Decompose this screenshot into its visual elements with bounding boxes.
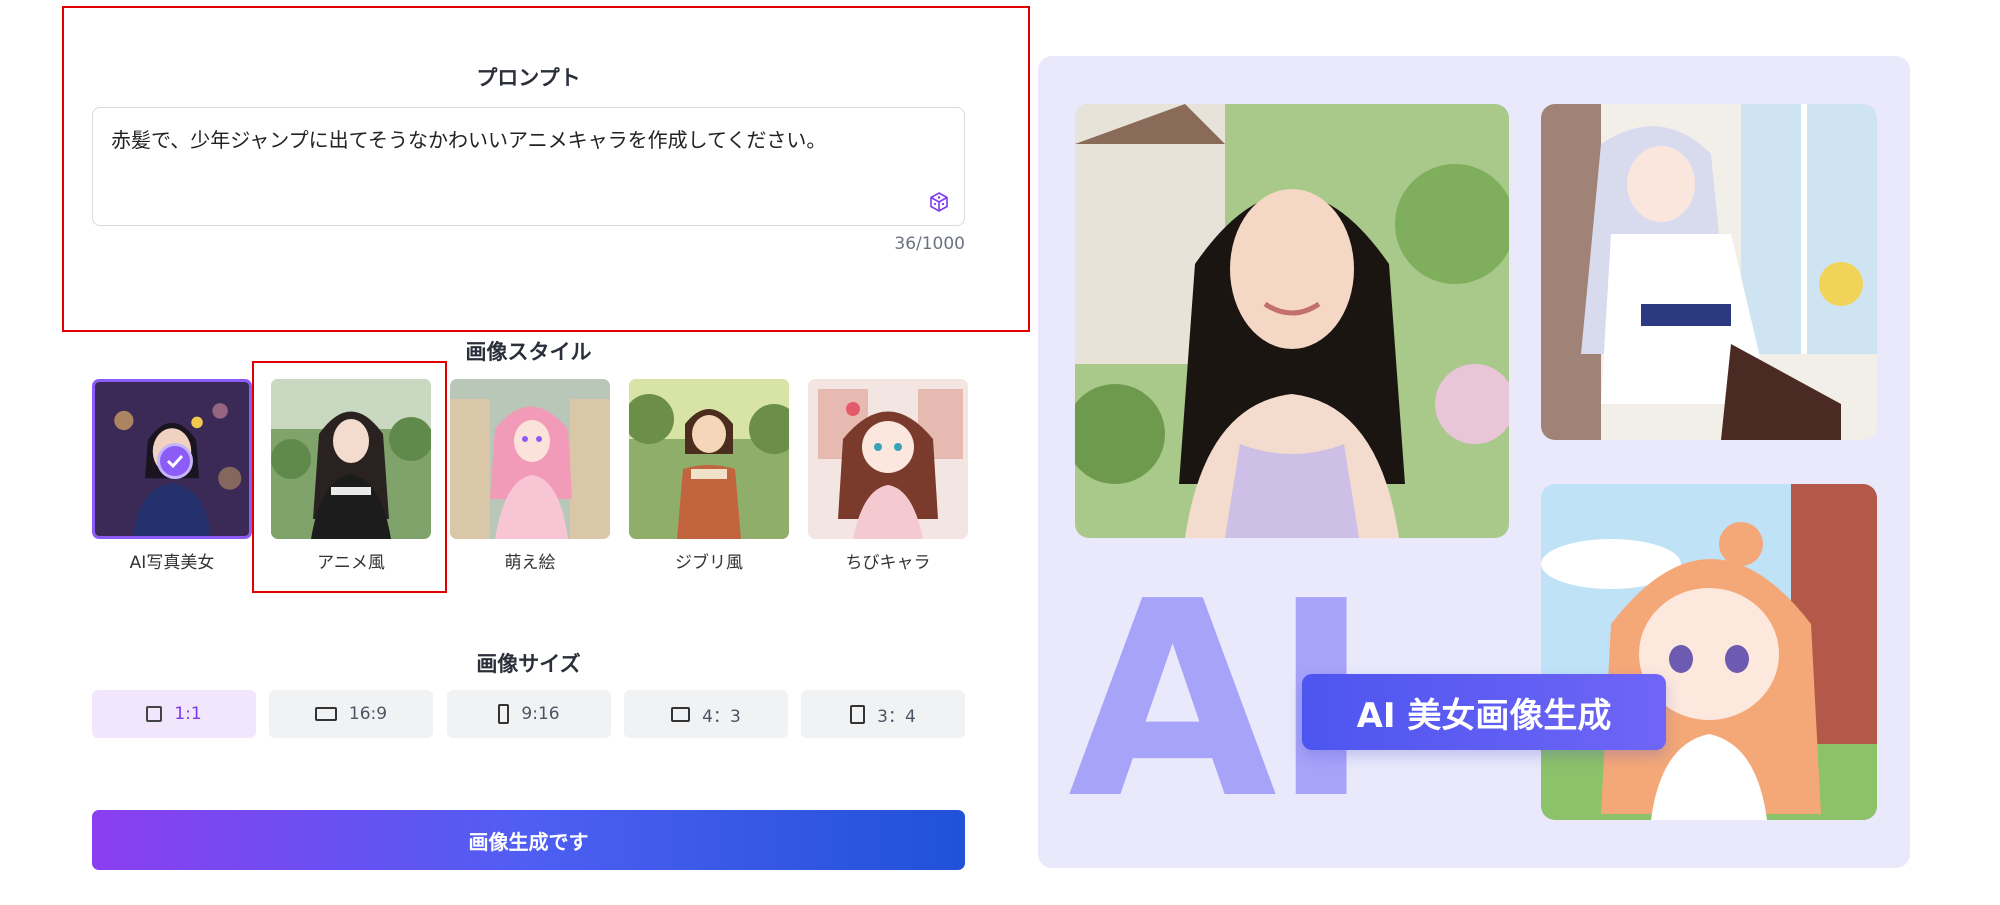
prompt-text: 赤髪で、少年ジャンプに出てそうなかわいいアニメキャラを作成してください。: [111, 128, 827, 152]
size-label: 1:1: [174, 704, 202, 724]
style-thumb-ai-photo: [92, 379, 252, 539]
landscape-ratio-icon: [671, 706, 691, 722]
selected-check-icon: [157, 443, 193, 479]
landscape-ratio-icon: [314, 707, 337, 721]
style-option-ghibli[interactable]: ジブリ風: [629, 379, 789, 573]
prompt-textarea[interactable]: 赤髪で、少年ジャンプに出てそうなかわいいアニメキャラを作成してください。: [92, 107, 965, 226]
style-section-title: 画像スタイル: [465, 340, 592, 364]
style-thumb-chibi: [808, 379, 968, 539]
style-thumb-ghibli: [629, 379, 789, 539]
style-option-chibi[interactable]: ちびキャラ: [808, 379, 968, 573]
anime-style-highlight-box: [252, 361, 447, 593]
banner-title-pill: AI 美女画像生成: [1302, 674, 1666, 750]
showcase-banner: AI AI 美女画像生成: [1038, 56, 1910, 868]
style-label: ジブリ風: [675, 553, 743, 573]
prompt-title: プロンプト: [476, 66, 581, 90]
size-option-16-9[interactable]: 16:9: [269, 690, 433, 738]
portrait-ratio-icon: [498, 704, 510, 724]
portrait-ratio-icon: [850, 704, 866, 724]
showcase-photo-chibi: [1541, 484, 1877, 820]
size-label: 16:9: [348, 704, 388, 724]
showcase-photo-anime-maid: [1541, 104, 1877, 440]
size-section-title: 画像サイズ: [476, 652, 581, 676]
size-option-4-3[interactable]: 4：3: [624, 690, 788, 738]
size-option-3-4[interactable]: 3：4: [801, 690, 965, 738]
random-dice-icon[interactable]: [928, 191, 950, 213]
generate-image-button[interactable]: 画像生成です: [92, 810, 965, 870]
style-option-ai-photo[interactable]: AI写真美女: [92, 379, 252, 573]
square-ratio-icon: [146, 706, 163, 722]
character-counter: 36/1000: [894, 234, 965, 254]
showcase-photo-woman: [1075, 104, 1509, 538]
style-label: AI写真美女: [129, 553, 215, 573]
style-thumb-moe: [450, 379, 610, 539]
size-option-9-16[interactable]: 9:16: [447, 690, 611, 738]
size-option-1-1[interactable]: 1:1: [92, 690, 256, 738]
style-option-moe[interactable]: 萌え絵: [450, 379, 610, 573]
size-label: 4：3: [702, 706, 741, 727]
size-label: 3：4: [877, 706, 916, 727]
style-label: 萌え絵: [504, 553, 556, 573]
style-label: ちびキャラ: [845, 553, 931, 573]
size-label: 9:16: [521, 704, 560, 724]
